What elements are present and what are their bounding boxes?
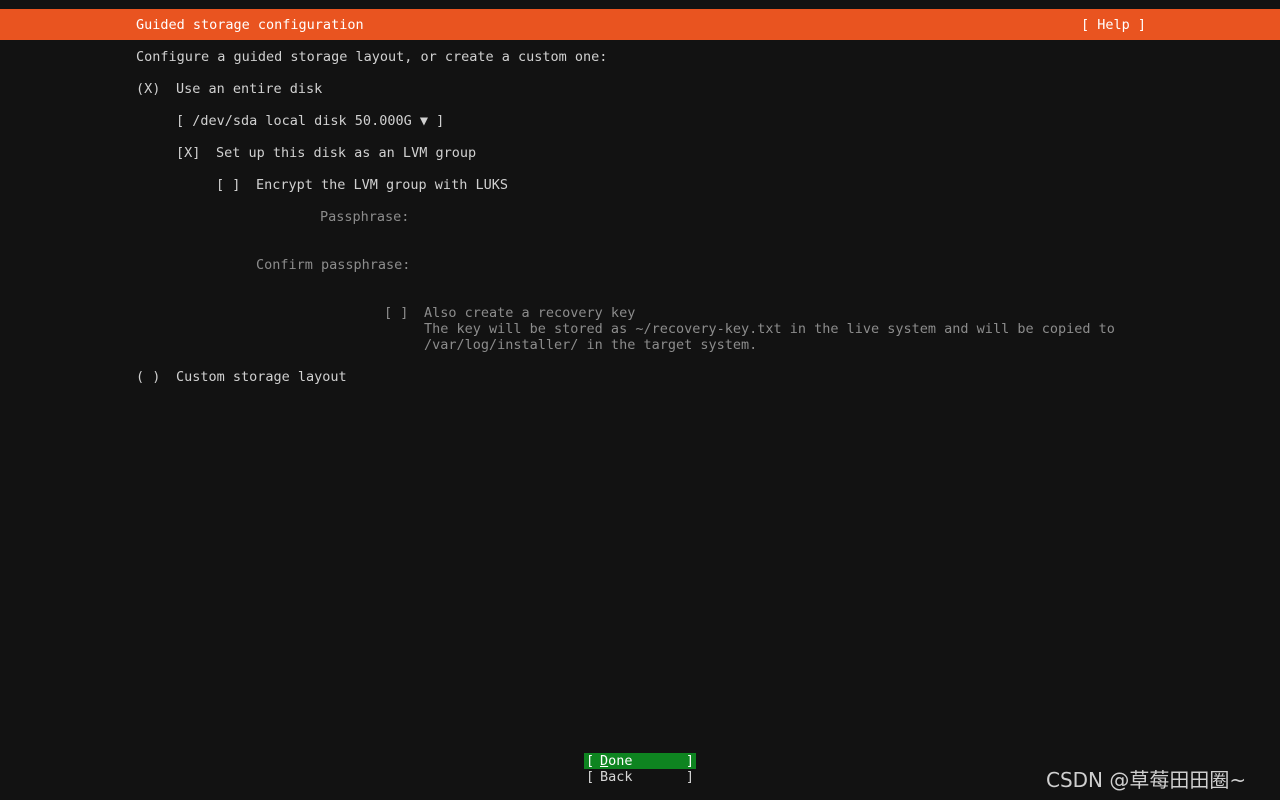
back-button[interactable]: [ Back ] [584,769,696,785]
watermark: CSDN @草莓田田圈~ [1046,768,1247,792]
lvm-checkbox[interactable]: [X] [176,145,200,161]
entire-disk-radio[interactable]: (X) [136,81,160,97]
recovery-key-label: Also create a recovery key [424,305,636,321]
recovery-key-desc-line2: /var/log/installer/ in the target system… [424,337,758,353]
luks-checkbox[interactable]: [ ] [216,177,240,193]
lvm-label: Set up this disk as an LVM group [216,145,477,161]
done-bracket-open: [ [586,753,595,769]
disk-select[interactable]: [ /dev/sda local disk 50.000G ▼ ] [176,113,444,129]
recovery-key-checkbox[interactable]: [ ] [384,305,408,321]
confirm-passphrase-label: Confirm passphrase: [256,257,411,273]
done-label-rest: one [608,753,633,769]
intro-text: Configure a guided storage layout, or cr… [136,49,608,65]
help-button[interactable]: [ Help ] [1081,17,1146,33]
passphrase-field[interactable] [424,209,1024,225]
passphrase-label: Passphrase: [320,209,410,225]
back-bracket-open: [ [586,769,595,785]
custom-layout-label: Custom storage layout [176,369,347,385]
entire-disk-label: Use an entire disk [176,81,323,97]
recovery-key-desc-line1: The key will be stored as ~/recovery-key… [424,321,1115,337]
page-title: Guided storage configuration [136,17,364,33]
done-label: Done [600,753,633,769]
done-hotkey: D [600,753,609,769]
confirm-passphrase-field[interactable] [424,257,1024,273]
back-bracket-close: ] [685,769,694,785]
done-button[interactable]: [ Done ] [584,753,696,769]
custom-layout-radio[interactable]: ( ) [136,369,160,385]
luks-label: Encrypt the LVM group with LUKS [256,177,508,193]
done-bracket-close: ] [685,753,694,769]
back-label: Back [600,769,633,785]
header-bar: Guided storage configuration [ Help ] [0,9,1280,40]
